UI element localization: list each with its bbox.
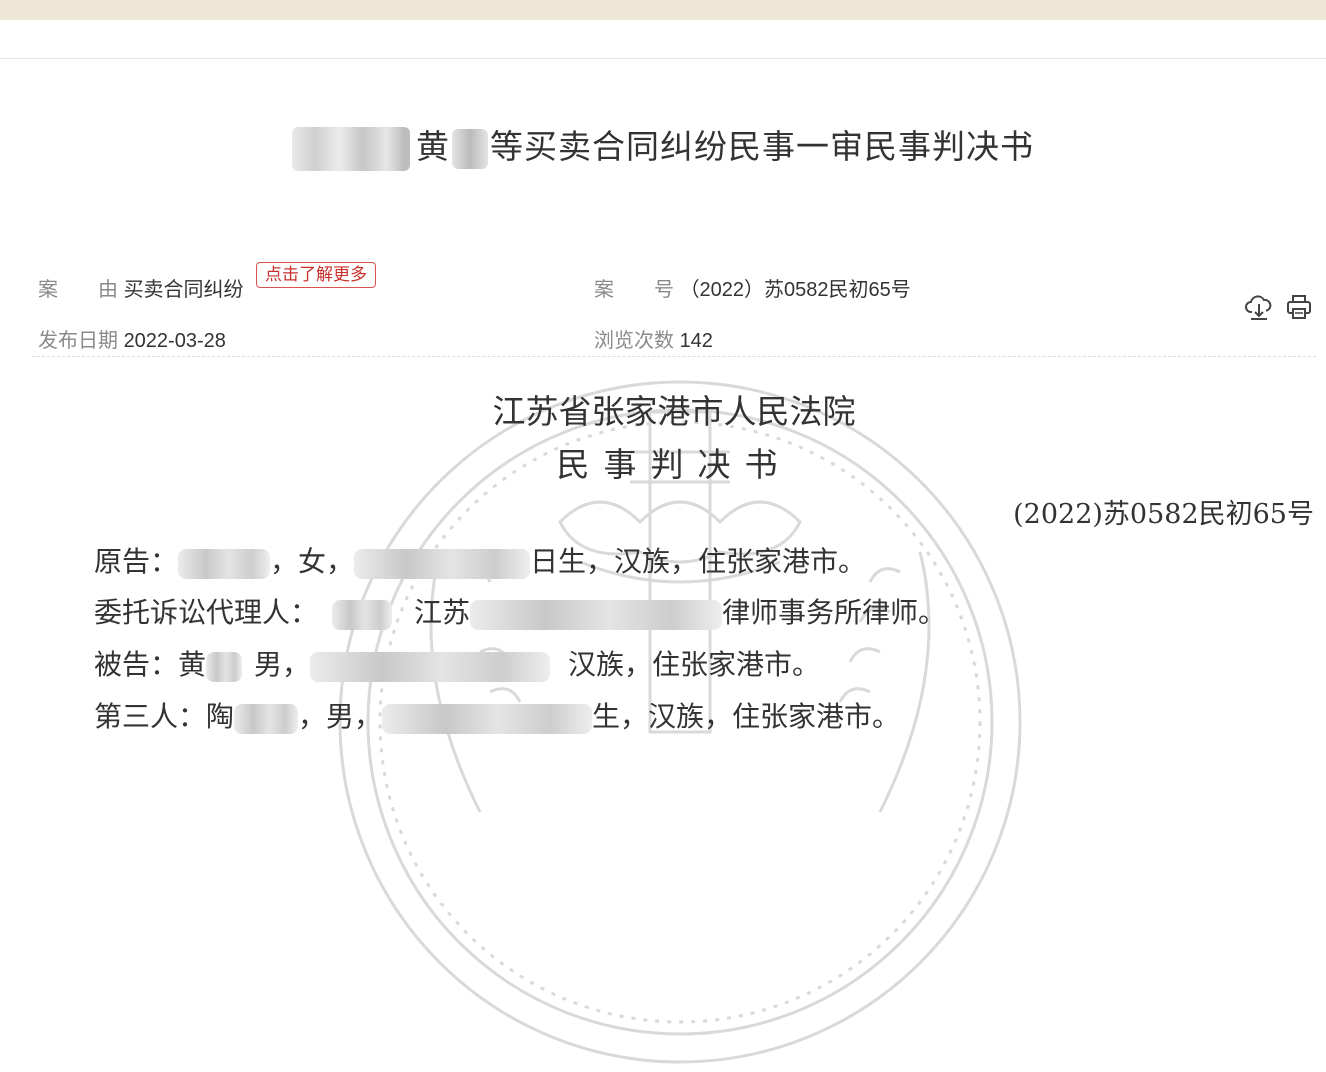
view-count-label: 浏览次数 bbox=[594, 330, 674, 352]
redacted-text bbox=[470, 599, 723, 630]
plaintiff-label: 原告： bbox=[94, 545, 179, 578]
defendant-label: 被告：黄 bbox=[94, 648, 207, 681]
agent-firm-end: 律师事务所律师。 bbox=[722, 596, 947, 629]
agent-line: 委托诉讼代理人： 江苏 律师事务所律师。 bbox=[94, 591, 946, 631]
case-number-value: （2022）苏0582民初65号 bbox=[679, 279, 911, 301]
agent-firm-start: 江苏 bbox=[414, 596, 471, 629]
title-suffix: 等买卖合同纠纷民事一审民事判决书 bbox=[490, 127, 1034, 166]
third-party-gender: ，男， bbox=[298, 700, 383, 733]
view-count-value: 142 bbox=[679, 330, 713, 352]
judgment-case-number: (2022)苏0582民初65号 bbox=[1013, 499, 1314, 530]
judgment-type: 民事判决书 bbox=[556, 445, 792, 484]
defendant-tail: 汉族，住张家港市。 bbox=[568, 648, 821, 681]
cloud-download-icon[interactable] bbox=[1245, 293, 1273, 321]
top-banner-strip bbox=[0, 0, 1326, 20]
third-party-label: 第三人：陶 bbox=[94, 700, 235, 733]
case-number-row: 案 号 （2022）苏0582民初65号 bbox=[594, 273, 911, 302]
view-count-row: 浏览次数 142 bbox=[594, 324, 713, 353]
redacted-text bbox=[382, 703, 593, 734]
document-title: 黄 等买卖合同纠纷民事一审民事判决书 bbox=[0, 120, 1326, 171]
plaintiff-tail: 日生，汉族，住张家港市。 bbox=[530, 545, 867, 578]
court-name: 江苏省张家港市人民法院 bbox=[492, 392, 856, 431]
redacted-text bbox=[332, 599, 393, 630]
header-divider bbox=[0, 58, 1326, 59]
plaintiff-gender: ，女， bbox=[270, 545, 355, 578]
defendant-line: 被告：黄 男， 汉族，住张家港市。 bbox=[94, 643, 820, 683]
cause-row: 案 由 买卖合同纠纷 bbox=[38, 273, 244, 302]
redacted-text bbox=[354, 548, 531, 579]
defendant-gender: 男， bbox=[254, 648, 311, 681]
redacted-text bbox=[206, 651, 243, 682]
redacted-text bbox=[178, 548, 271, 579]
publish-date-label: 发布日期 bbox=[38, 330, 118, 352]
document-toolbar bbox=[1245, 293, 1313, 321]
agent-label: 委托诉讼代理人： bbox=[94, 596, 319, 629]
meta-divider bbox=[32, 356, 1316, 357]
redacted-party-name bbox=[292, 126, 410, 171]
redacted-name-char bbox=[452, 128, 488, 169]
cause-label: 案 由 bbox=[38, 279, 118, 301]
redacted-text bbox=[234, 703, 299, 734]
publish-date-value: 2022-03-28 bbox=[123, 330, 226, 352]
case-number-label: 案 号 bbox=[594, 279, 674, 301]
third-party-line: 第三人：陶 ，男， 生，汉族，住张家港市。 bbox=[94, 695, 900, 735]
title-prefix: 黄 bbox=[416, 127, 450, 166]
plaintiff-line: 原告： ，女， 日生，汉族，住张家港市。 bbox=[94, 540, 866, 580]
redacted-text bbox=[310, 651, 551, 682]
learn-more-button[interactable]: 点击了解更多 bbox=[256, 262, 376, 288]
publish-date-row: 发布日期 2022-03-28 bbox=[38, 324, 226, 353]
cause-value: 买卖合同纠纷 bbox=[123, 279, 244, 301]
third-party-tail: 生，汉族，住张家港市。 bbox=[592, 700, 901, 733]
printer-icon[interactable] bbox=[1285, 293, 1313, 321]
